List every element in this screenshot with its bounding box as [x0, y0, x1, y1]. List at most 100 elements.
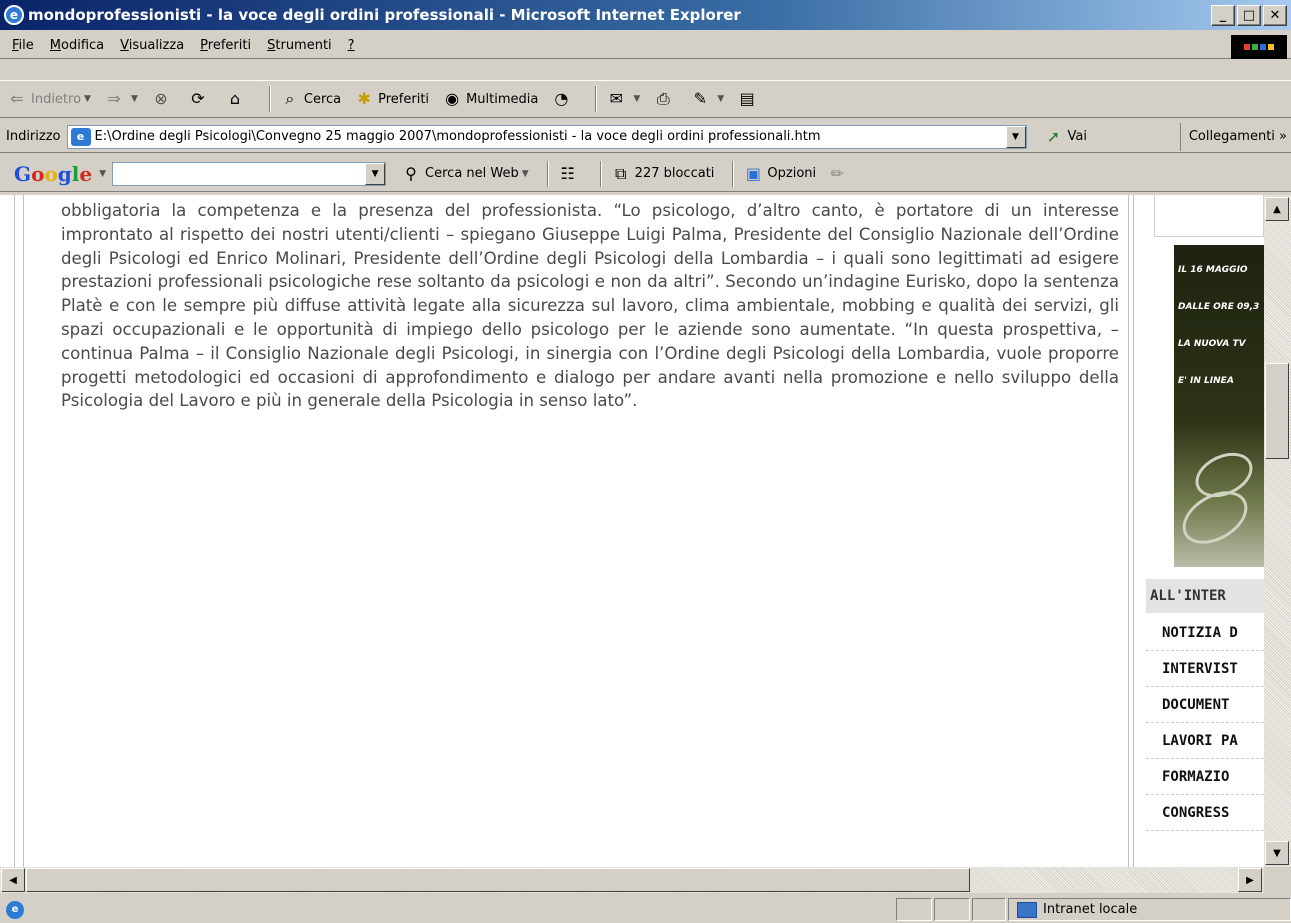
mail-icon: ✉ [609, 89, 624, 108]
sidebar-item-documenti[interactable]: DOCUMENT [1146, 687, 1264, 723]
title-bar: e mondoprofessionisti - la voce degli or… [0, 0, 1291, 30]
chevron-down-icon[interactable]: ▼ [131, 94, 138, 104]
close-button[interactable]: ✕ [1263, 5, 1287, 26]
status-panel [972, 898, 1006, 921]
article-text: obbligatoria la competenza e la presenza… [61, 201, 1119, 411]
horizontal-scroll-thumb[interactable] [26, 868, 970, 892]
scroll-right-button[interactable]: ▶ [1238, 868, 1262, 892]
chevron-down-icon[interactable]: ▼ [633, 94, 640, 104]
refresh-button[interactable]: ⟳ [187, 88, 212, 110]
mail-button[interactable]: ✉ ▼ [605, 88, 641, 110]
right-sidebar: IL 16 MAGGIO DALLE ORE 09,3 LA NUOVA TV … [1146, 195, 1264, 867]
minimize-button[interactable]: _ [1211, 5, 1235, 26]
horizontal-scrollbar[interactable]: ◀ ▶ [0, 867, 1264, 893]
news-icon: ☷ [560, 163, 575, 183]
options-button[interactable]: ▣ Opzioni [742, 163, 816, 185]
chevron-down-icon[interactable]: ▼ [84, 94, 91, 104]
search-button[interactable]: ⌕ Cerca [279, 88, 341, 110]
chevron-down-icon[interactable]: ▼ [522, 169, 529, 179]
media-icon: ◉ [445, 89, 460, 108]
toolbar-separator [595, 86, 598, 112]
home-icon: ⌂ [229, 89, 240, 108]
links-button[interactable]: Collegamenti » [1179, 122, 1287, 151]
menu-file[interactable]: File [4, 38, 42, 53]
highlighter-button[interactable]: ✏ [826, 163, 851, 185]
history-button[interactable]: ◔ [550, 88, 575, 110]
pencil-icon: ✏ [830, 163, 844, 183]
options-icon: ▣ [745, 163, 761, 183]
sidebar-heading: ALL'INTER [1146, 579, 1264, 613]
print-button[interactable]: ⎙ [652, 88, 677, 110]
discuss-button[interactable]: ▤ [736, 88, 761, 110]
address-dropdown-button[interactable]: ▼ [1005, 125, 1026, 148]
sidebar-item-congressi[interactable]: CONGRESS [1146, 795, 1264, 831]
toolbar-separator [732, 160, 735, 187]
sidebar-item-notizia[interactable]: NOTIZIA D [1146, 615, 1264, 651]
back-button[interactable]: ⇐ Indietro ▼ [6, 88, 91, 110]
address-input[interactable]: e E:\Ordine degli Psicologi\Convegno 25 … [66, 124, 1027, 149]
printer-icon: ⎙ [656, 89, 670, 108]
forward-button[interactable]: ⇒ ▼ [103, 88, 138, 110]
star-icon: ✱ [357, 89, 371, 108]
banner-line: E' IN LINEA [1178, 376, 1234, 386]
google-logo[interactable]: Google [14, 162, 92, 186]
stop-button[interactable]: ⊗ [150, 88, 175, 110]
google-search-input[interactable]: ▼ [112, 161, 387, 186]
menu-tools[interactable]: Strumenti [259, 38, 340, 53]
search-web-button[interactable]: ⚲ Cerca nel Web ▼ [400, 163, 529, 185]
refresh-icon: ⟳ [191, 89, 205, 108]
status-panel [934, 898, 970, 921]
status-bar: e Intranet locale [0, 896, 1291, 923]
chevron-down-icon[interactable]: ▼ [717, 94, 724, 104]
windows-logo-icon [1231, 35, 1287, 59]
vertical-scrollbar[interactable]: ▲ ▼ [1264, 195, 1291, 867]
popup-blocker-icon: ⧉ [614, 163, 627, 183]
column-divider [1128, 195, 1134, 867]
scroll-up-button[interactable]: ▲ [1265, 197, 1289, 221]
vertical-scroll-thumb[interactable] [1265, 363, 1289, 459]
multimedia-label: Multimedia [466, 91, 539, 107]
banner-line: IL 16 MAGGIO [1178, 265, 1248, 275]
menu-help[interactable]: ? [340, 38, 363, 53]
zone-label: Intranet locale [1043, 902, 1138, 917]
history-icon: ◔ [554, 89, 569, 108]
status-panel [896, 898, 932, 921]
search-icon: ⌕ [285, 89, 295, 108]
sidebar-item-lavori[interactable]: LAVORI PA [1146, 723, 1264, 759]
security-zone[interactable]: Intranet locale [1008, 898, 1291, 921]
sidebar-item-formazione[interactable]: FORMAZIO [1146, 759, 1264, 795]
tv-banner[interactable]: IL 16 MAGGIO DALLE ORE 09,3 LA NUOVA TV … [1173, 245, 1264, 567]
address-url: E:\Ordine degli Psicologi\Convegno 25 ma… [94, 129, 821, 144]
window-title: mondoprofessionisti - la voce degli ordi… [28, 6, 741, 24]
home-button[interactable]: ⌂ [224, 88, 249, 110]
address-label: Indirizzo [6, 129, 61, 144]
menu-view[interactable]: Visualizza [112, 38, 192, 53]
google-search-dropdown[interactable]: ▼ [365, 162, 386, 185]
favorites-button[interactable]: ✱ Preferiti [353, 88, 429, 110]
sidebar-item-interviste[interactable]: INTERVIST [1146, 651, 1264, 687]
window-controls: _ □ ✕ [1209, 5, 1287, 26]
scrollbar-corner [1264, 867, 1291, 893]
sidebar-top-box [1154, 195, 1264, 237]
scroll-left-button[interactable]: ◀ [1, 868, 25, 892]
toolbar-separator [268, 86, 271, 112]
pagerank-button[interactable]: ☷ [557, 163, 582, 185]
page-viewport: obbligatoria la competenza e la presenza… [0, 195, 1291, 867]
edit-button[interactable]: ✎ ▼ [689, 88, 725, 110]
menu-edit[interactable]: Modifica [42, 38, 112, 53]
search-label: Cerca [303, 91, 342, 107]
toolbar-separator [546, 160, 549, 187]
scroll-down-button[interactable]: ▼ [1265, 841, 1289, 865]
forward-arrow-icon: ⇒ [107, 89, 121, 108]
stop-icon: ⊗ [154, 89, 168, 108]
search-web-label: Cerca nel Web [425, 166, 519, 181]
maximize-button[interactable]: □ [1237, 5, 1261, 26]
menu-favorites[interactable]: Preferiti [192, 38, 259, 53]
multimedia-button[interactable]: ◉ Multimedia [441, 88, 538, 110]
ie-logo-icon: e [4, 5, 24, 25]
google-menu-chevron-icon[interactable]: ▼ [99, 169, 106, 179]
go-button[interactable]: ➚ Vai [1043, 126, 1087, 148]
popup-blocker-button[interactable]: ⧉ 227 bloccati [610, 163, 714, 185]
left-frame-border [14, 195, 24, 867]
banner-line: DALLE ORE 09,3 [1178, 302, 1260, 312]
